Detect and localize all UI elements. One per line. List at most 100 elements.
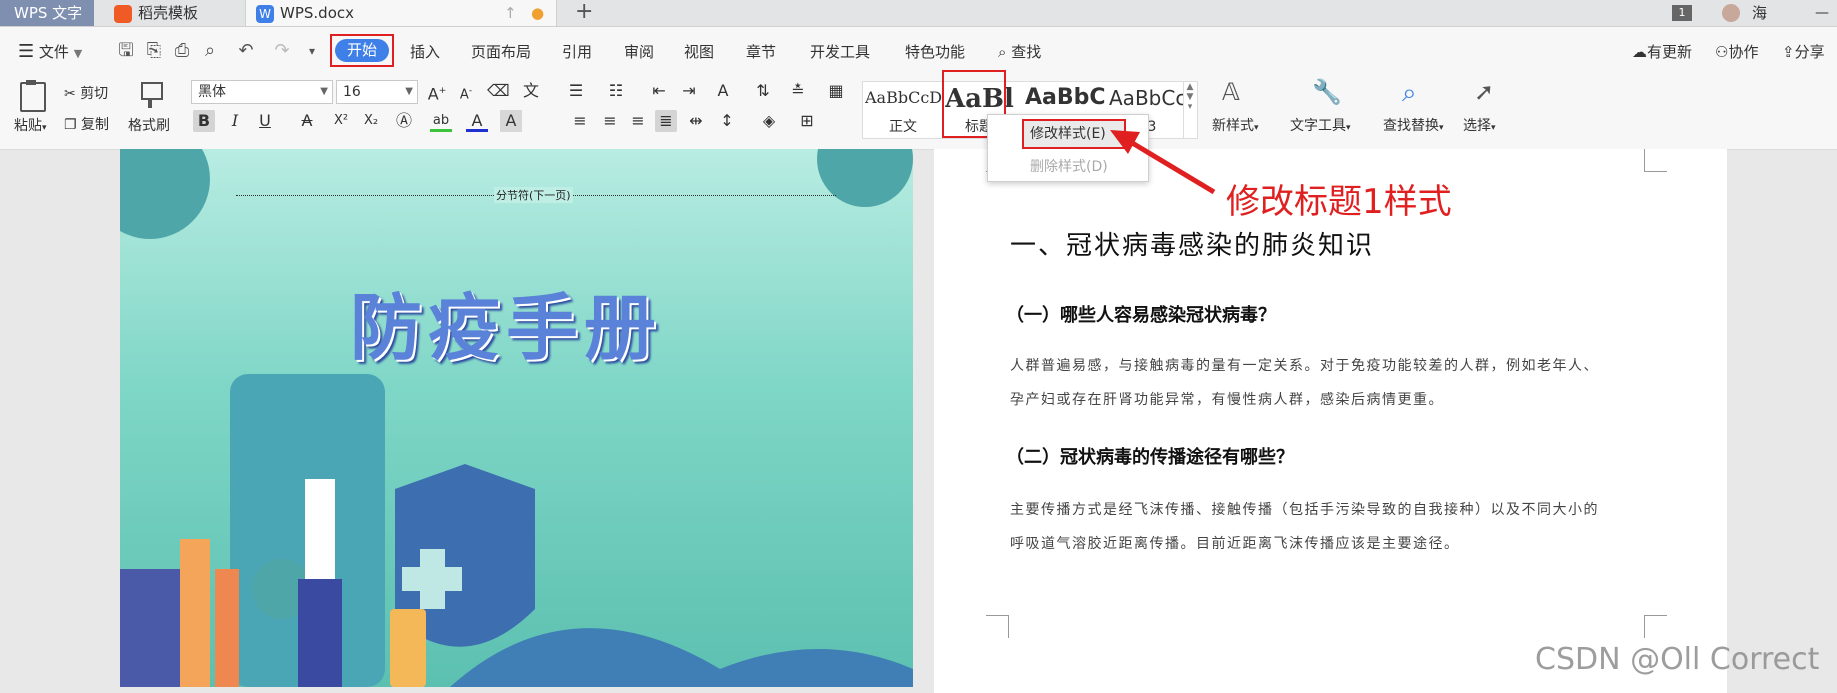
heading-1[interactable]: 一、冠状病毒感染的肺炎知识 <box>1010 225 1374 262</box>
file-menu-label: 文件 <box>38 43 69 61</box>
new-style-icon[interactable]: 𝔸 <box>1222 78 1240 106</box>
text-tools-label: 文字工具 <box>1290 118 1346 134</box>
grow-font-icon[interactable]: A+ <box>426 80 448 103</box>
undo-icon[interactable]: ↶ <box>236 41 256 61</box>
paste-button[interactable]: 粘贴▾ <box>14 115 47 135</box>
new-tab-button[interactable]: + <box>575 0 593 24</box>
subscript-button[interactable]: X₂ <box>360 110 382 132</box>
paragraph-line[interactable]: 人群普遍易感，与接触病毒的量有一定关系。对于免疫功能较差的人群，例如老年人、 <box>1010 355 1599 375</box>
update-button[interactable]: ☁有更新 <box>1632 27 1692 77</box>
cursor-icon[interactable]: ➚ <box>1474 78 1494 106</box>
document-tab[interactable]: W WPS.docx ↑ ● <box>245 0 557 26</box>
collaborate-button[interactable]: ⚇协作 <box>1715 27 1758 77</box>
shrink-font-icon[interactable]: A- <box>455 80 477 102</box>
justify-icon[interactable]: ≣ <box>655 110 677 132</box>
align-left-icon[interactable]: ≡ <box>569 110 591 132</box>
bold-button[interactable]: B <box>193 110 215 132</box>
magnifier-icon[interactable]: ⌕ <box>1402 78 1417 109</box>
file-menu[interactable]: ☰ 文件 ▼ <box>18 27 82 77</box>
doctor-illustration <box>298 579 342 687</box>
app-tab[interactable]: WPS 文字 <box>0 0 94 26</box>
underline-button[interactable]: U <box>254 110 276 132</box>
minimize-button[interactable]: — <box>1815 0 1829 26</box>
document-page: 一、冠状病毒感染的肺炎知识 （一）哪些人容易感染冠状病毒？ 人群普遍易感，与接触… <box>934 149 1727 693</box>
wrench-icon[interactable]: 🔧 <box>1312 78 1342 106</box>
find-replace-label: 查找替换 <box>1383 118 1439 134</box>
cut-button[interactable]: ✂ 剪切 <box>64 83 108 103</box>
find-replace-button[interactable]: 查找替换▾ <box>1383 115 1444 135</box>
section-break-label: 分节符(下一页) <box>494 187 573 203</box>
align-right-icon[interactable]: ≡ <box>627 110 649 132</box>
search-icon: ⌕ <box>998 43 1007 61</box>
search-label: 查找 <box>1011 43 1042 61</box>
user-add-icon: ⚇ <box>1715 43 1729 61</box>
table-borders-icon[interactable]: ⊞ <box>796 110 818 132</box>
tab-developer[interactable]: 开发工具 <box>810 27 870 77</box>
print-icon[interactable]: ⎙ <box>172 41 192 61</box>
paragraph-line[interactable]: 孕产妇或存在肝肾功能异常，有慢性病人群，感染后病情更重。 <box>1010 389 1444 409</box>
cover-title: 防疫手册 <box>350 285 663 370</box>
highlight-icon[interactable]: ab <box>430 110 452 132</box>
font-color-icon[interactable]: A <box>466 110 488 132</box>
save-icon[interactable]: 🖫 <box>116 41 136 61</box>
increase-indent-icon[interactable]: ⇥ <box>678 80 700 102</box>
align-center-icon[interactable]: ≡ <box>599 110 621 132</box>
paragraph-line[interactable]: 呼吸道气溶胶近距离传播。目前近距离飞沫传播应该是主要途径。 <box>1010 533 1460 553</box>
print-preview-icon[interactable]: ⌕ <box>200 41 220 61</box>
menu-bar: ☰ 文件 ▼ 🖫 ⎘ ⎙ ⌕ ↶ ↷ ▾ 开始 插入 页面布局 引用 审阅 视图… <box>0 27 1837 77</box>
phonetic-icon[interactable]: 文 <box>520 80 542 102</box>
window-count-badge[interactable]: 1 <box>1672 5 1692 21</box>
char-shading-icon[interactable]: A <box>500 110 522 132</box>
superscript-button[interactable]: X² <box>330 110 352 132</box>
tab-chapter[interactable]: 章节 <box>746 27 776 77</box>
share-icon: ⇪ <box>1782 43 1795 61</box>
margin-corner <box>1644 615 1667 638</box>
text-effect-icon[interactable]: Ⓐ <box>393 110 415 132</box>
tab-references[interactable]: 引用 <box>562 27 592 77</box>
sort-icon[interactable]: ⇅ <box>752 80 774 102</box>
scissors-icon: ✂ <box>64 86 76 102</box>
font-name-select[interactable]: 黑体 ▼ <box>191 80 333 104</box>
copy-button[interactable]: ❐ 复制 <box>64 114 109 134</box>
decrease-indent-icon[interactable]: ⇤ <box>648 80 670 102</box>
style-normal[interactable]: AaBbCcDd 正文 <box>863 82 943 138</box>
update-label: 有更新 <box>1647 43 1693 61</box>
copy-label: 复制 <box>81 117 110 133</box>
upload-icon[interactable]: ↑ <box>504 0 517 26</box>
clear-format-icon[interactable]: ⌫ <box>487 80 510 102</box>
template-tab[interactable]: 稻壳模板 <box>100 0 254 26</box>
strikethrough-button[interactable]: A <box>296 110 318 132</box>
tab-review[interactable]: 审阅 <box>624 27 654 77</box>
text-tools-button[interactable]: 文字工具▾ <box>1290 115 1351 135</box>
numbering-icon[interactable]: ☷ <box>605 80 627 102</box>
text-direction-icon[interactable]: A <box>712 80 734 102</box>
heading-2[interactable]: （二）冠状病毒的传播途径有哪些？ <box>1006 443 1294 469</box>
customize-toolbar-icon[interactable]: ▾ <box>302 41 322 61</box>
format-painter-button[interactable]: 格式刷 <box>128 115 170 135</box>
tab-view[interactable]: 视图 <box>684 27 714 77</box>
avatar[interactable] <box>1722 4 1740 22</box>
select-button[interactable]: 选择▾ <box>1463 115 1496 135</box>
tab-page-layout[interactable]: 页面布局 <box>471 27 531 77</box>
delete-style-menu-item[interactable]: 删除样式(D) <box>1030 155 1108 179</box>
unsaved-dot-icon: ● <box>531 4 545 22</box>
redo-icon[interactable]: ↷ <box>272 41 292 61</box>
tab-start-label: 开始 <box>335 39 390 62</box>
shading-icon[interactable]: ◈ <box>758 110 780 132</box>
line-spacing-icon[interactable]: ↕ <box>716 110 738 132</box>
distributed-icon[interactable]: ⇹ <box>685 110 707 132</box>
paragraph-line[interactable]: 主要传播方式是经飞沫传播、接触传播（包括手污染导致的自我接种）以及不同大小的 <box>1010 499 1599 519</box>
tab-start[interactable]: 开始 <box>330 34 395 67</box>
bullets-icon[interactable]: ☰ <box>565 80 587 102</box>
style-heading2-sample: AaBbC <box>1025 85 1105 110</box>
share-button[interactable]: ⇪分享 <box>1782 27 1825 77</box>
tab-stops-icon[interactable]: ≛ <box>787 80 809 102</box>
italic-button[interactable]: I <box>224 110 246 132</box>
heading-2[interactable]: （一）哪些人容易感染冠状病毒？ <box>1006 301 1276 327</box>
paste-icon[interactable] <box>16 80 50 112</box>
format-painter-icon[interactable] <box>138 80 163 110</box>
format-icon[interactable]: ⎘ <box>144 41 164 61</box>
font-size-select[interactable]: 16 ▼ <box>336 80 418 104</box>
borders-icon[interactable]: ▦ <box>825 80 847 102</box>
tab-insert[interactable]: 插入 <box>410 27 440 77</box>
